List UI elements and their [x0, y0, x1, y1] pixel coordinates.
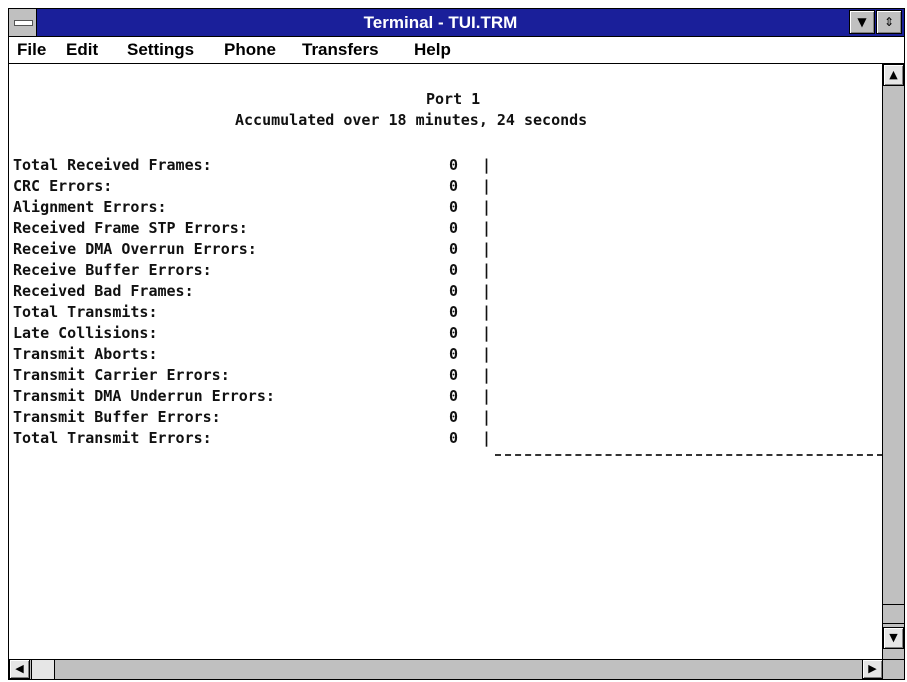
stat-label: Total Received Frames: [13, 156, 212, 174]
minimize-button[interactable]: ▼ [849, 10, 875, 34]
stat-separator: | [482, 198, 492, 216]
stat-label: Transmit Buffer Errors: [13, 408, 221, 426]
restore-icon: ⇕ [883, 15, 895, 29]
scroll-right-button[interactable]: ▶ [862, 659, 883, 679]
stat-label: Received Frame STP Errors: [13, 219, 248, 237]
arrow-up-icon: ▲ [889, 68, 898, 81]
stat-value: 0 [449, 324, 459, 342]
stat-separator: | [482, 387, 492, 405]
terminal-screen[interactable]: Port 1 Accumulated over 18 minutes, 24 s… [9, 64, 883, 661]
dashed-divider [495, 454, 883, 456]
vertical-scrollbar[interactable]: ▲ ▼ [882, 64, 904, 661]
stat-separator: | [482, 219, 492, 237]
stat-value: 0 [449, 387, 459, 405]
maximize-button[interactable]: ⇕ [876, 10, 902, 34]
title-bar[interactable]: Terminal - TUI.TRM ▼ ⇕ [9, 9, 904, 37]
terminal-window: Terminal - TUI.TRM ▼ ⇕ File Edit Setting… [8, 8, 905, 680]
stat-separator: | [482, 429, 492, 447]
arrow-right-icon: ▶ [868, 662, 877, 675]
system-menu-icon [14, 20, 33, 26]
stat-separator: | [482, 345, 492, 363]
stat-separator: | [482, 303, 492, 321]
minimize-icon: ▼ [857, 15, 867, 29]
stat-value: 0 [449, 177, 459, 195]
stat-label: Transmit Aborts: [13, 345, 158, 363]
stat-value: 0 [449, 240, 459, 258]
window-title: Terminal - TUI.TRM [363, 13, 518, 32]
stat-value: 0 [449, 156, 459, 174]
stat-value: 0 [449, 303, 459, 321]
stat-label: CRC Errors: [13, 177, 113, 195]
stat-label: Alignment Errors: [13, 198, 167, 216]
horizontal-scrollbar[interactable]: ◀ ▶ [9, 659, 883, 679]
stat-separator: | [482, 366, 492, 384]
scrollbar-corner [882, 659, 904, 679]
stat-label: Total Transmits: [13, 303, 158, 321]
stat-value: 0 [449, 198, 459, 216]
stat-separator: | [482, 156, 492, 174]
stat-label: Receive Buffer Errors: [13, 261, 212, 279]
vertical-scroll-thumb[interactable] [883, 604, 904, 624]
stat-value: 0 [449, 408, 459, 426]
menu-transfers[interactable]: Transfers [302, 39, 379, 61]
accumulated-time: Accumulated over 18 minutes, 24 seconds [235, 111, 588, 129]
stat-label: Total Transmit Errors: [13, 429, 212, 447]
stat-separator: | [482, 177, 492, 195]
menu-edit[interactable]: Edit [66, 39, 98, 61]
stat-separator: | [482, 324, 492, 342]
stat-separator: | [482, 240, 492, 258]
stat-separator: | [482, 261, 492, 279]
stat-label: Late Collisions: [13, 324, 158, 342]
menu-bar: File Edit Settings Phone Transfers Help [9, 37, 904, 64]
scroll-left-button[interactable]: ◀ [9, 659, 30, 679]
scroll-down-button[interactable]: ▼ [883, 627, 904, 649]
arrow-down-icon: ▼ [889, 631, 898, 644]
stat-label: Transmit DMA Underrun Errors: [13, 387, 275, 405]
stat-value: 0 [449, 429, 459, 447]
stat-value: 0 [449, 345, 459, 363]
stat-value: 0 [449, 261, 459, 279]
menu-help[interactable]: Help [414, 39, 451, 61]
menu-settings[interactable]: Settings [127, 39, 194, 61]
stat-label: Receive DMA Overrun Errors: [13, 240, 257, 258]
horizontal-scroll-thumb[interactable] [31, 660, 55, 679]
stat-separator: | [482, 282, 492, 300]
stat-value: 0 [449, 219, 459, 237]
stat-label: Transmit Carrier Errors: [13, 366, 230, 384]
stat-value: 0 [449, 366, 459, 384]
port-heading: Port 1 [426, 90, 481, 108]
arrow-left-icon: ◀ [15, 662, 24, 675]
menu-phone[interactable]: Phone [224, 39, 276, 61]
stat-label: Received Bad Frames: [13, 282, 194, 300]
system-menu-button[interactable] [9, 9, 37, 36]
scroll-up-button[interactable]: ▲ [883, 64, 904, 86]
stat-value: 0 [449, 282, 459, 300]
stat-separator: | [482, 408, 492, 426]
menu-file[interactable]: File [17, 39, 46, 61]
